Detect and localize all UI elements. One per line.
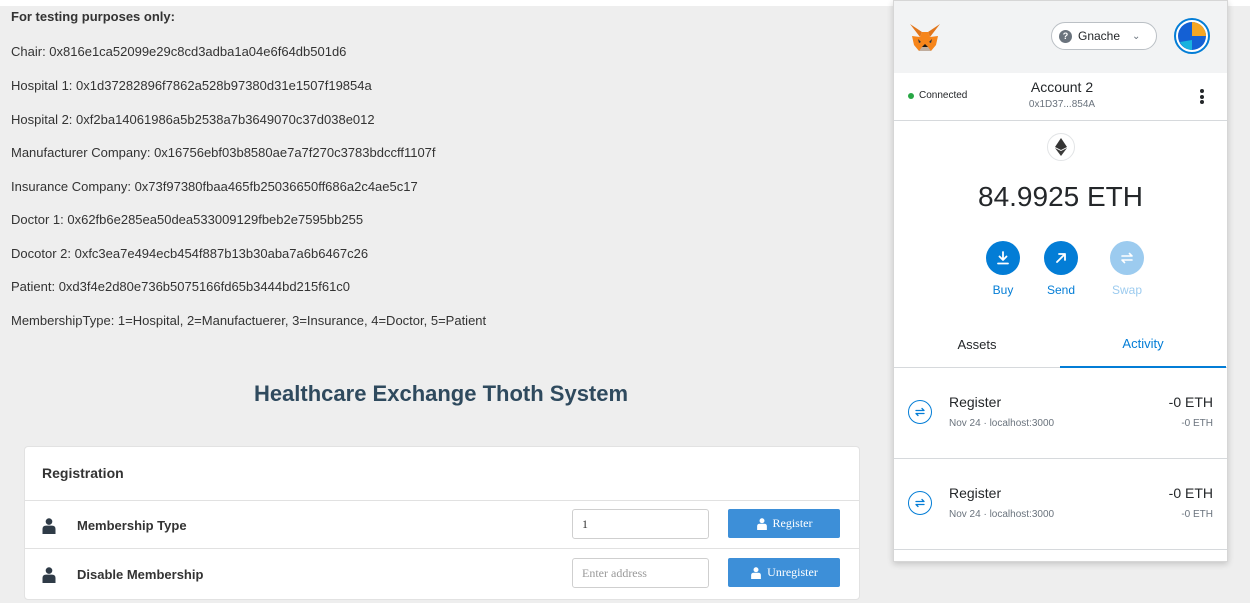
testing-line-hospital-1: Hospital 1: 0x1d37282896f7862a528b97380d… <box>11 78 372 93</box>
page-title: Healthcare Exchange Thoth System <box>253 381 629 406</box>
unregister-button-label: Unregister <box>767 565 818 579</box>
swap-label: Swap <box>1111 283 1143 297</box>
testing-line-doctor-1: Doctor 1: 0x62fb6e285ea50dea533009129fbe… <box>11 212 364 227</box>
transaction-amount-secondary: -0 ETH <box>1181 418 1213 429</box>
unregister-button[interactable]: Unregister <box>728 558 840 587</box>
metamask-popup: ? Gnache ⌄ Connected Account 2 0x1D37...… <box>893 0 1228 562</box>
testing-line-doctor-2: Docotor 2: 0xfc3ea7e494ecb454f887b13b30a… <box>11 246 369 261</box>
transaction-item[interactable]: Register Nov 24 · localhost:3000 -0 ETH … <box>894 462 1227 550</box>
disable-membership-row: Disable Membership Unregister <box>25 550 859 598</box>
transaction-subtitle: Nov 24 · localhost:3000 <box>949 418 1055 429</box>
interaction-icon <box>908 400 932 424</box>
buy-circle <box>986 241 1020 275</box>
transaction-title: Register <box>949 394 1002 410</box>
testing-line-chair: Chair: 0x816e1ca52099e29c8cd3adba1a04e6f… <box>11 44 347 59</box>
connected-dot-icon <box>908 92 914 99</box>
transaction-amount-secondary: -0 ETH <box>1181 509 1213 520</box>
address-input[interactable] <box>572 558 709 588</box>
membership-type-input[interactable] <box>572 509 709 539</box>
testing-line-hospital-2: Hospital 2: 0xf2ba14061986a5b2538a7b3649… <box>11 112 375 127</box>
registration-title: Registration <box>42 465 124 481</box>
connection-status-label: Connected <box>919 90 968 101</box>
tab-activity[interactable]: Activity <box>1060 321 1226 368</box>
connection-status[interactable]: Connected <box>908 90 967 101</box>
send-label: Send <box>1046 283 1076 297</box>
transaction-amount: -0 ETH <box>1168 485 1213 501</box>
testing-line-insurance: Insurance Company: 0x73f97380fbaa465fb25… <box>11 179 418 194</box>
register-button[interactable]: Register <box>728 509 840 538</box>
transaction-title: Register <box>949 485 1002 501</box>
testing-heading: For testing purposes only: <box>11 9 175 24</box>
tab-assets[interactable]: Assets <box>894 321 1060 368</box>
account-bar: Connected Account 2 0x1D37...854A <box>894 73 1227 121</box>
membership-type-label: Membership Type <box>77 518 187 533</box>
balance: 84.9925 ETH <box>978 181 1143 212</box>
ethereum-icon <box>1047 133 1075 161</box>
swap-button[interactable]: Swap <box>1102 241 1152 297</box>
testing-line-patient: Patient: 0xd3f4e2d80e736b5075166fd65b344… <box>11 279 351 294</box>
metamask-fox-icon <box>910 24 940 51</box>
network-name: Gnache <box>1078 29 1121 43</box>
transaction-subtitle: Nov 24 · localhost:3000 <box>949 509 1055 520</box>
account-avatar[interactable] <box>1174 18 1210 54</box>
chevron-down-icon: ⌄ <box>1132 30 1141 42</box>
testing-line-membership-types: MembershipType: 1=Hospital, 2=Manufactue… <box>11 313 487 328</box>
send-button[interactable]: Send <box>1036 241 1086 297</box>
arrow-up-right-icon <box>1056 253 1066 263</box>
transaction-item[interactable]: Register Nov 24 · localhost:3000 -0 ETH … <box>894 371 1227 459</box>
transaction-amount: -0 ETH <box>1168 394 1213 410</box>
disable-membership-label: Disable Membership <box>77 567 204 582</box>
interaction-icon <box>908 491 932 515</box>
network-selector[interactable]: ? Gnache ⌄ <box>1051 22 1157 50</box>
question-icon: ? <box>1059 29 1072 43</box>
user-icon <box>42 567 56 583</box>
asset-tabs: Assets Activity <box>894 321 1227 368</box>
download-icon <box>997 251 1009 265</box>
membership-type-row: Membership Type Register <box>25 501 859 549</box>
account-name[interactable]: Account 2 <box>994 79 1130 95</box>
buy-button[interactable]: Buy <box>978 241 1028 297</box>
user-icon <box>751 566 762 579</box>
kebab-menu-icon[interactable] <box>1199 89 1205 105</box>
user-icon <box>42 518 56 534</box>
registration-header: Registration <box>25 447 859 501</box>
buy-label: Buy <box>992 283 1014 297</box>
metamask-topbar: ? Gnache ⌄ <box>894 1 1227 73</box>
register-button-label: Register <box>772 516 813 530</box>
testing-line-manufacturer: Manufacturer Company: 0x16756ebf03b8580a… <box>11 145 436 160</box>
swap-icon <box>1121 252 1133 264</box>
registration-card: Registration Membership Type Register Di… <box>24 446 860 600</box>
swap-circle <box>1110 241 1144 275</box>
send-circle <box>1044 241 1078 275</box>
account-address[interactable]: 0x1D37...854A <box>994 99 1130 110</box>
user-icon <box>756 517 767 530</box>
